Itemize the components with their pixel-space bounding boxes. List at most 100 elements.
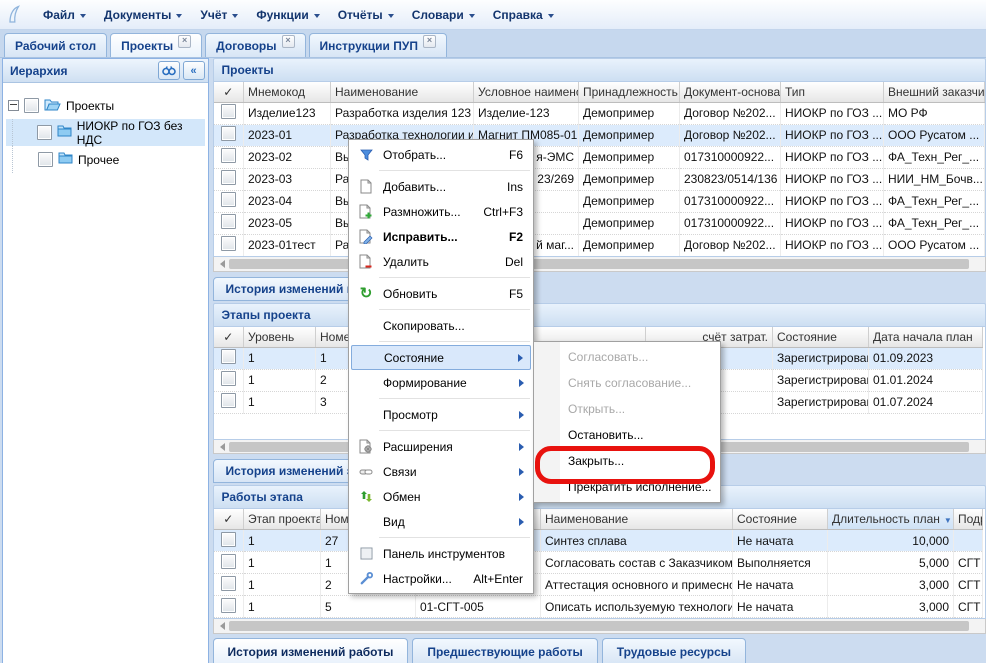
context-menu-item[interactable]: Настройки...Alt+Enter <box>351 566 531 591</box>
select-all-header[interactable]: ✓ <box>214 82 244 103</box>
submenu-item[interactable]: Снять согласование... <box>534 370 720 396</box>
row-checkbox[interactable] <box>221 148 236 163</box>
table-row[interactable]: Изделие123Разработка изделия 123Изделие-… <box>214 102 985 124</box>
context-menu-item[interactable]: Связи <box>351 459 531 484</box>
context-menu-item[interactable]: ↻ОбновитьF5 <box>351 281 531 306</box>
row-checkbox[interactable] <box>221 192 236 207</box>
menubar-item[interactable]: Словари <box>403 4 484 26</box>
column-header[interactable]: Принадлежность <box>579 82 680 103</box>
column-header[interactable]: Условное наименова <box>474 82 579 103</box>
table-row[interactable]: 11Согласовать состав с ЗаказчикомВыполня… <box>214 552 983 574</box>
table-row[interactable]: 2023-02Выпя-ЭМСДемопример017310000922...… <box>214 146 985 168</box>
submenu-item[interactable]: Открыть... <box>534 396 720 422</box>
context-menu-item[interactable]: Вид <box>351 509 531 534</box>
tree-expander-icon[interactable] <box>8 100 19 111</box>
context-menu-item[interactable]: Состояние <box>351 345 531 370</box>
collapse-panel-button[interactable]: « <box>183 61 205 80</box>
menu-item-label: Настройки... <box>378 572 473 586</box>
column-header[interactable]: Мнемокод <box>244 82 331 103</box>
close-tab-icon[interactable]: × <box>178 35 191 48</box>
row-checkbox[interactable] <box>221 126 236 141</box>
menubar-item[interactable]: Файл <box>34 4 95 26</box>
column-header[interactable]: Внешний заказчик <box>884 82 985 103</box>
column-header[interactable]: Подр <box>954 509 983 530</box>
row-checkbox[interactable] <box>221 554 236 569</box>
submenu-item[interactable]: Прекратить исполнение... <box>534 474 720 500</box>
column-header[interactable]: Наименование <box>541 509 733 530</box>
checkbox[interactable] <box>37 125 52 140</box>
column-header[interactable]: Наименование <box>331 82 474 103</box>
row-checkbox[interactable] <box>221 236 236 251</box>
app-tab[interactable]: Договоры× <box>205 33 305 57</box>
table-cell: Изделие-123 <box>474 102 579 124</box>
context-menu-item[interactable]: УдалитьDel <box>351 249 531 274</box>
tree-item[interactable]: Проекты <box>6 92 205 119</box>
scroll-thumb[interactable] <box>229 621 970 631</box>
submenu-item[interactable]: Закрыть... <box>534 448 720 474</box>
table-row[interactable]: 127Синтез сплаваНе начата10,000 <box>214 530 983 552</box>
table-row[interactable]: 12Аттестация основного и примесног...Не … <box>214 574 983 596</box>
scroll-left-arrow-icon[interactable] <box>220 443 225 451</box>
select-all-header[interactable]: ✓ <box>214 327 244 348</box>
row-checkbox[interactable] <box>221 170 236 185</box>
scroll-left-arrow-icon[interactable] <box>220 260 225 268</box>
menubar-item[interactable]: Справка <box>484 4 563 26</box>
context-menu-item[interactable]: Панель инструментов <box>351 541 531 566</box>
close-tab-icon[interactable]: × <box>282 35 295 48</box>
tree-item[interactable]: Прочее <box>6 146 205 173</box>
menubar-item[interactable]: Документы <box>95 4 191 26</box>
app-tab[interactable]: Проекты× <box>110 33 202 57</box>
checkbox[interactable] <box>38 152 53 167</box>
table-row[interactable]: 2023-03Разр23/269Демопример230823/0514/1… <box>214 168 985 190</box>
context-menu-item[interactable]: Расширения <box>351 434 531 459</box>
submenu-item[interactable]: Остановить... <box>534 422 720 448</box>
bottom-tab[interactable]: Трудовые ресурсы <box>602 638 746 663</box>
context-menu-item[interactable]: Размножить...Ctrl+F3 <box>351 199 531 224</box>
submenu-item[interactable]: Согласовать... <box>534 344 720 370</box>
context-menu-item[interactable]: Скопировать... <box>351 313 531 338</box>
column-header[interactable]: Состояние <box>773 327 869 348</box>
table-row[interactable]: 2023-05ВыпДемопример017310000922...НИОКР… <box>214 212 985 234</box>
column-header[interactable]: Дата начала план <box>869 327 983 348</box>
row-checkbox[interactable] <box>221 598 236 613</box>
row-checkbox[interactable] <box>221 104 236 119</box>
context-menu-item[interactable]: Формирование <box>351 370 531 395</box>
column-header[interactable]: Состояние <box>733 509 828 530</box>
works-hscrollbar[interactable] <box>213 619 986 634</box>
row-checkbox[interactable] <box>221 532 236 547</box>
projects-hscrollbar[interactable] <box>213 257 986 272</box>
context-menu-item[interactable]: Просмотр <box>351 402 531 427</box>
tree-item[interactable]: НИОКР по ГОЗ без НДС <box>6 119 205 146</box>
column-header[interactable]: Документ-основан <box>680 82 781 103</box>
row-checkbox[interactable] <box>221 576 236 591</box>
row-checkbox[interactable] <box>221 371 236 386</box>
column-header[interactable]: Длительность план▼ <box>828 509 954 530</box>
bottom-tab[interactable]: Предшествующие работы <box>412 638 597 663</box>
context-menu-item[interactable]: Добавить...Ins <box>351 174 531 199</box>
context-menu-item[interactable]: Исправить...F2 <box>351 224 531 249</box>
app-tab[interactable]: Рабочий стол <box>4 33 107 57</box>
search-button[interactable] <box>158 61 180 80</box>
menubar-item[interactable]: Функции <box>247 4 328 26</box>
menubar-item[interactable]: Учёт <box>191 4 247 26</box>
row-checkbox[interactable] <box>221 349 236 364</box>
checkbox[interactable] <box>24 98 39 113</box>
table-row[interactable]: 2023-01Разработка технологии иМагнит ПМ0… <box>214 124 985 146</box>
close-tab-icon[interactable]: × <box>423 35 436 48</box>
menubar-item[interactable]: Отчёты <box>329 4 403 26</box>
table-row[interactable]: 2023-01тестРазрй маг...ДемопримерДоговор… <box>214 234 985 256</box>
app-tab[interactable]: Инструкции ПУП× <box>309 33 447 57</box>
table-row[interactable]: 1501-СГТ-005Описать используемую техноло… <box>214 596 983 618</box>
context-menu-item[interactable]: Отобрать...F6 <box>351 142 531 167</box>
table-row[interactable]: 2023-04ВыпДемопример017310000922...НИОКР… <box>214 190 985 212</box>
row-checkbox[interactable] <box>221 214 236 229</box>
bottom-tab[interactable]: История изменений работы <box>213 638 409 663</box>
scroll-left-arrow-icon[interactable] <box>220 622 225 630</box>
column-header[interactable]: Этап проекта <box>244 509 321 530</box>
context-menu-item[interactable]: Обмен <box>351 484 531 509</box>
row-checkbox[interactable] <box>221 393 236 408</box>
select-all-header[interactable]: ✓ <box>214 509 244 530</box>
column-header[interactable]: Тип <box>781 82 884 103</box>
column-header[interactable]: Уровень <box>244 327 316 348</box>
scroll-thumb[interactable] <box>229 259 970 269</box>
